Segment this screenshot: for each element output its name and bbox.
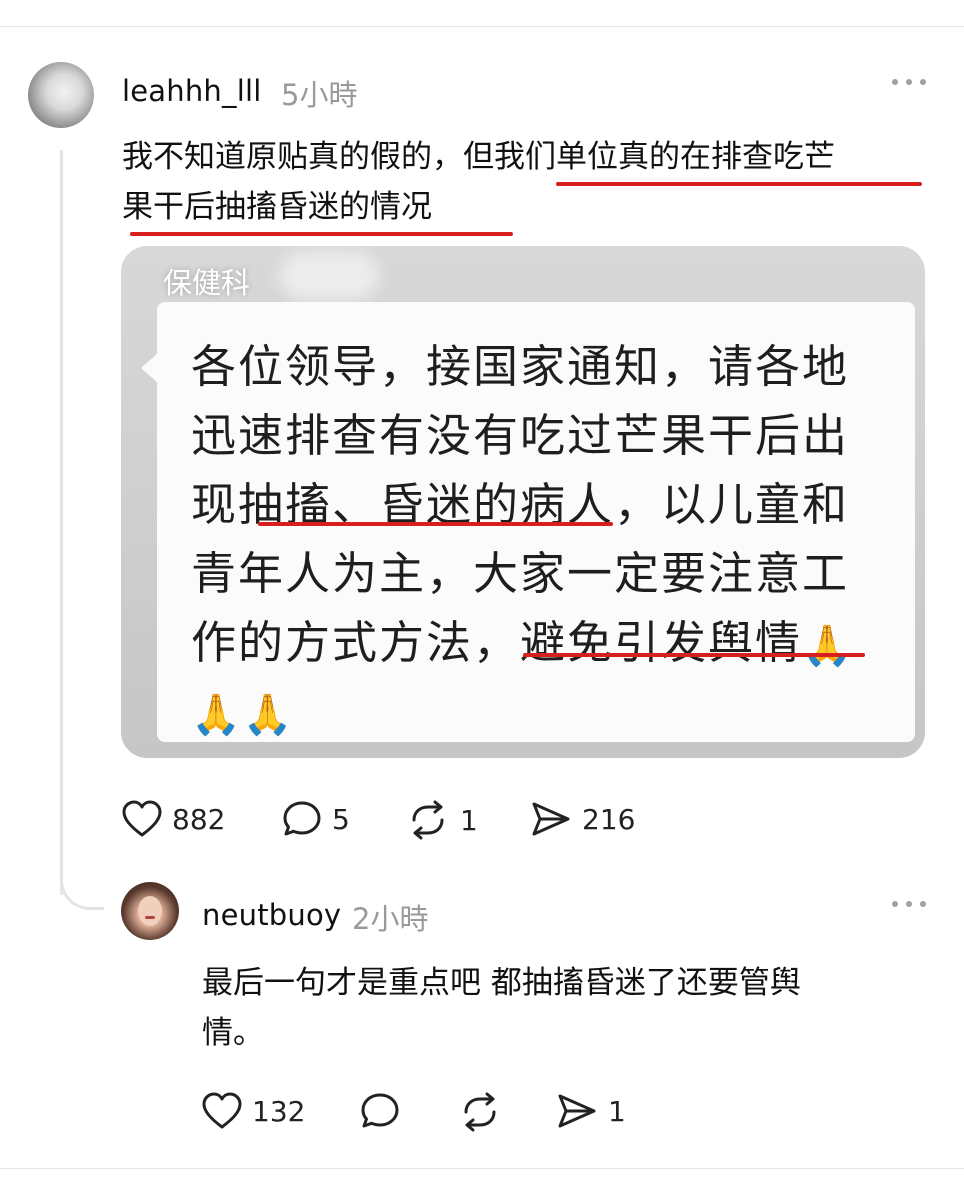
post-text-line-2: 果干后抽搐昏迷的情况 (122, 189, 432, 225)
chat-sender-name: 保健科 (163, 266, 251, 300)
avatar[interactable] (121, 882, 179, 940)
praying-hands-icon: 🙏 (242, 692, 295, 738)
chat-message-line: 青年人为主，大家一定要注意工 (191, 547, 850, 600)
reply-username[interactable]: neutbuoy (202, 898, 341, 932)
post-username[interactable]: leahhh_lll (122, 74, 261, 108)
chat-message-line: 各位领导，接国家通知，请各地 (191, 340, 850, 393)
share-count: 1 (608, 1094, 626, 1128)
comment-bubble-icon (361, 1093, 399, 1128)
like-button[interactable]: 132 (202, 1092, 305, 1130)
praying-hands-icon: 🙏 (191, 692, 243, 738)
post-time: 5小時 (281, 78, 358, 112)
heart-icon (122, 800, 162, 837)
highlight-underline (523, 653, 865, 657)
share-button[interactable]: 1 (556, 1092, 626, 1130)
send-icon (532, 802, 570, 836)
comment-count: 5 (332, 802, 350, 836)
like-count: 132 (252, 1094, 306, 1128)
reply-time: 2小時 (352, 902, 429, 936)
repost-count: 1 (460, 803, 478, 837)
post-image[interactable]: 保健科 各位领导，接国家通知，请各地 迅速排查有没有吃过芒果干后出 现抽搐、昏迷… (121, 246, 925, 758)
chat-message: 各位领导，接国家通知，请各地 迅速排查有没有吃过芒果干后出 现抽搐、昏迷的病人，… (191, 332, 891, 746)
comment-button[interactable]: 5 (282, 800, 350, 838)
reply-text-line-1: 最后一句才是重点吧 都抽搐昏迷了还要管舆 (202, 965, 801, 1001)
highlight-underline (258, 522, 613, 526)
send-icon (558, 1094, 596, 1128)
thread-connector (60, 858, 104, 910)
heart-icon (202, 1092, 242, 1129)
repost-icon (412, 800, 444, 840)
chat-message-line: 现抽搐、昏迷的病人，以儿童和 (191, 478, 850, 531)
comment-button[interactable] (360, 1092, 400, 1130)
reply-text-line-2: 情。 (202, 1015, 264, 1051)
repost-icon (464, 1092, 496, 1132)
post-text-line-1: 我不知道原贴真的假的，但我们单位真的在排查吃芒 (122, 139, 835, 175)
more-options-icon[interactable] (892, 899, 926, 909)
more-options-icon[interactable] (892, 77, 926, 87)
praying-hands-icon: 🙏 (802, 623, 854, 669)
share-button[interactable]: 216 (530, 800, 635, 838)
chat-message-line: 🙏🙏 (191, 677, 891, 746)
repost-button[interactable] (458, 1092, 502, 1132)
chat-message-line: 迅速排查有没有吃过芒果干后出 (191, 409, 850, 462)
like-button[interactable]: 882 (122, 800, 225, 838)
like-count: 882 (172, 802, 226, 836)
highlight-underline (556, 182, 922, 186)
avatar[interactable] (28, 62, 94, 128)
share-count: 216 (582, 802, 636, 836)
highlight-underline (130, 232, 513, 236)
thread-line (60, 150, 63, 895)
blurred-sender-name (279, 252, 379, 300)
top-divider (0, 26, 964, 27)
chat-message-line: 作的方式方法，避免引发舆情🙏 (191, 616, 854, 669)
comment-bubble-icon (283, 801, 321, 836)
bottom-divider (0, 1168, 964, 1169)
repost-button[interactable]: 1 (406, 800, 478, 840)
